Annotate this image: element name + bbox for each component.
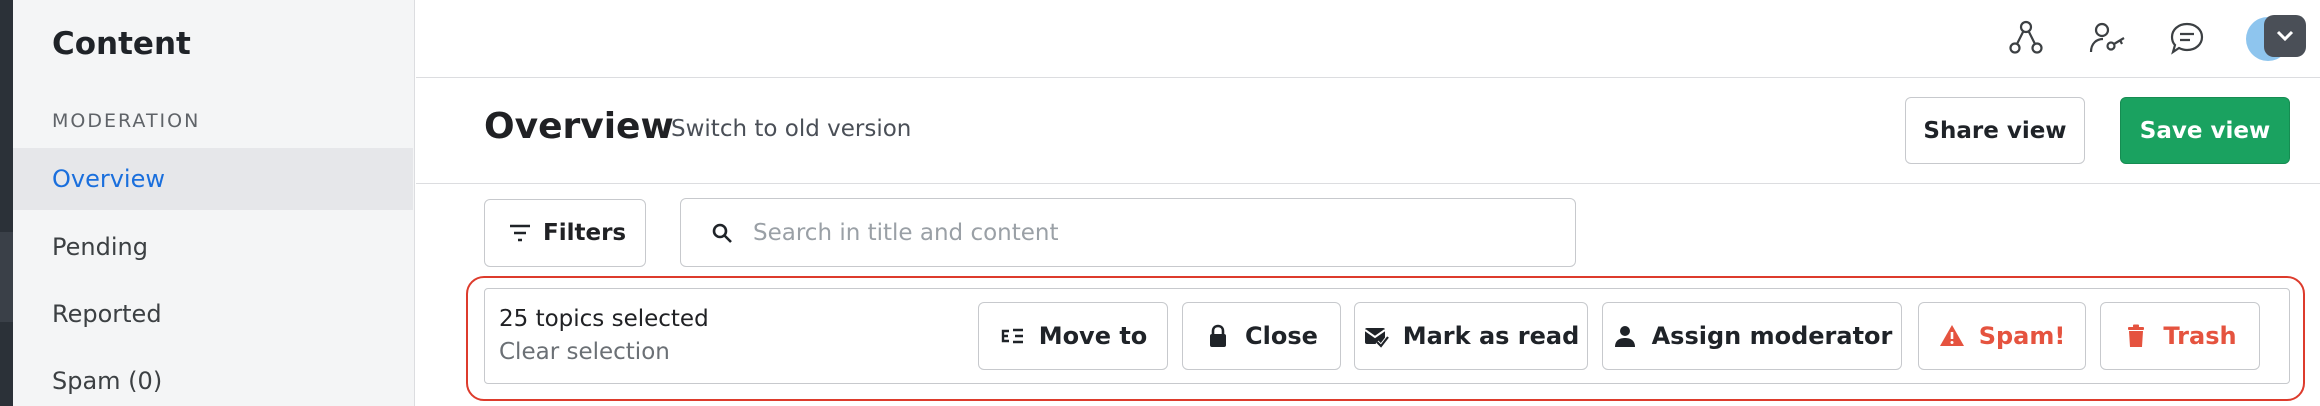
move-to-button[interactable]: Move to	[978, 302, 1168, 370]
mail-check-icon	[1364, 328, 1389, 349]
switch-old-version-link[interactable]: Switch to old version	[671, 116, 911, 142]
selection-count: 25 topics selected	[499, 306, 709, 332]
share-view-button[interactable]: Share view	[1905, 97, 2085, 164]
people-network-icon[interactable]	[2006, 18, 2046, 58]
user-key-icon[interactable]	[2087, 18, 2127, 58]
assign-moderator-label: Assign moderator	[1651, 322, 1893, 350]
lock-icon	[1210, 324, 1227, 347]
sidebar-item-pending[interactable]: Pending	[13, 216, 413, 278]
warning-icon	[1939, 325, 1964, 346]
search-input[interactable]	[753, 219, 1533, 246]
person-icon	[1614, 326, 1635, 347]
close-button[interactable]: Close	[1182, 302, 1341, 370]
trash-button[interactable]: Trash	[2100, 302, 2260, 370]
filter-icon	[510, 224, 530, 242]
spam-button[interactable]: Spam!	[1918, 302, 2086, 370]
trash-label: Trash	[2163, 322, 2237, 350]
move-list-icon	[1001, 328, 1023, 344]
sidebar-item-reported[interactable]: Reported	[13, 283, 413, 345]
search-box[interactable]	[680, 198, 1576, 267]
mark-as-read-button[interactable]: Mark as read	[1354, 302, 1588, 370]
save-view-button[interactable]: Save view	[2120, 97, 2290, 164]
clear-selection-link[interactable]: Clear selection	[499, 339, 670, 365]
filters-button[interactable]: Filters	[484, 199, 646, 267]
assign-moderator-button[interactable]: Assign moderator	[1602, 302, 1902, 370]
close-label: Close	[1245, 322, 1318, 350]
page-title: Overview	[484, 106, 674, 147]
chat-bubble-icon[interactable]	[2167, 18, 2207, 58]
filters-label: Filters	[543, 220, 627, 246]
spam-label: Spam!	[1978, 322, 2066, 350]
move-to-label: Move to	[1038, 322, 1148, 350]
sidebar: Content MODERATION Overview Pending Repo…	[13, 0, 415, 406]
sidebar-section-heading: MODERATION	[52, 110, 201, 132]
trash-icon	[2128, 324, 2145, 347]
search-icon	[712, 223, 732, 243]
sidebar-item-overview[interactable]: Overview	[13, 148, 413, 210]
window-edge	[0, 0, 13, 406]
chevron-down-icon[interactable]	[2264, 15, 2306, 57]
sidebar-title: Content	[52, 26, 191, 62]
sidebar-item-spam[interactable]: Spam (0)	[13, 350, 413, 406]
window-edge-block	[0, 232, 13, 322]
mark-as-read-label: Mark as read	[1402, 322, 1580, 350]
